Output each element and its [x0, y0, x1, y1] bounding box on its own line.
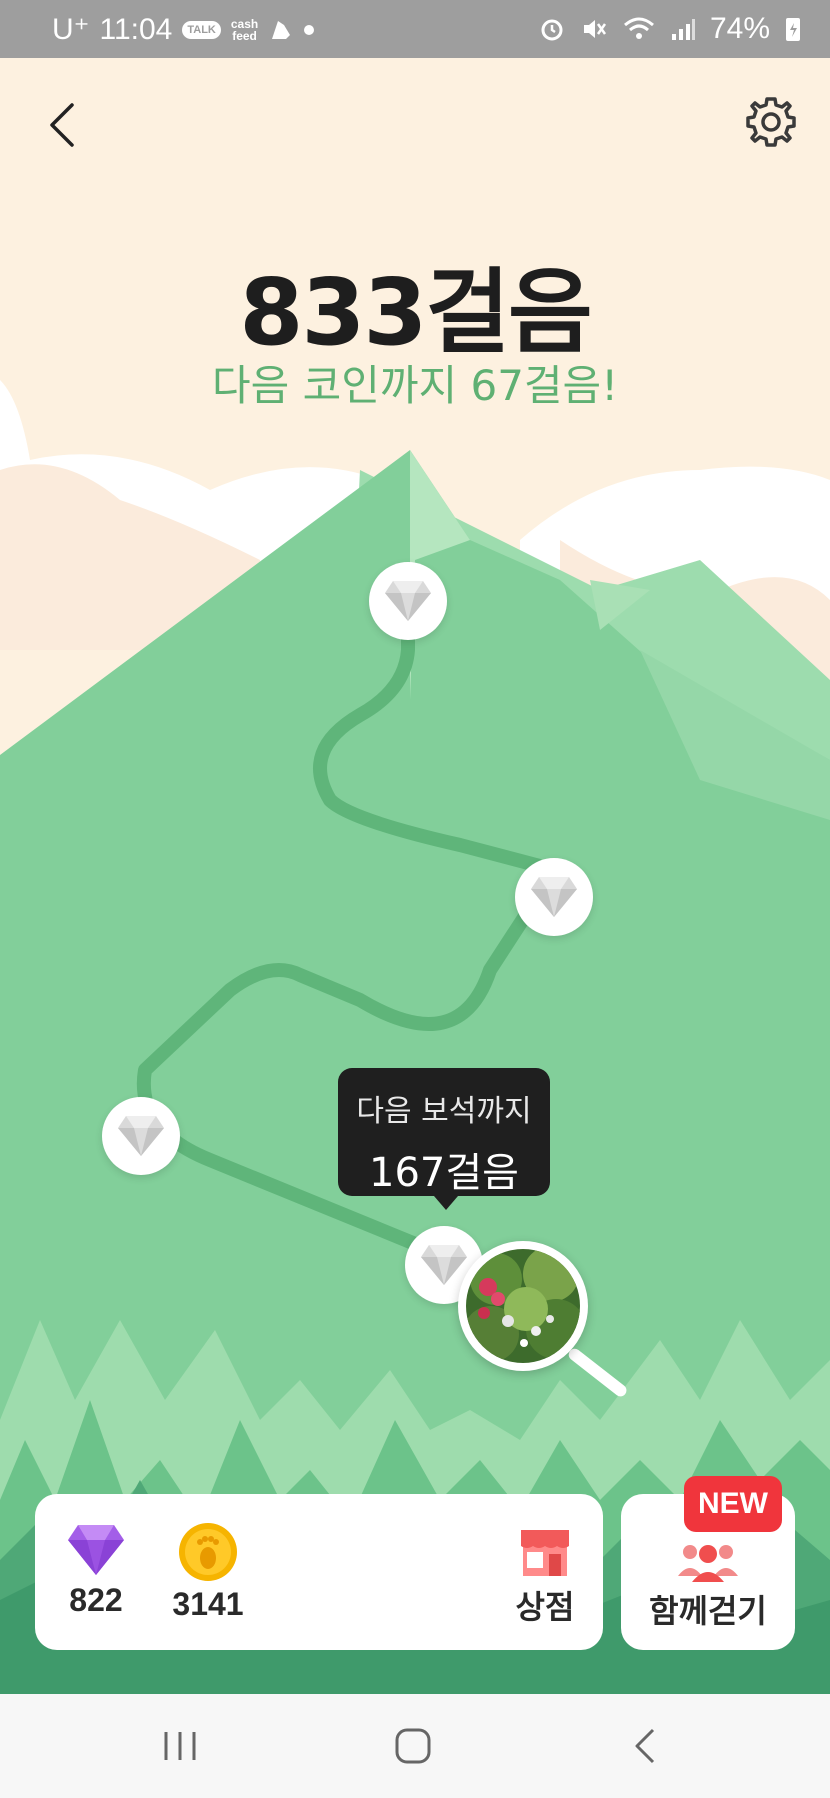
home-button[interactable] [383, 1724, 443, 1768]
recent-apps-button[interactable] [150, 1724, 210, 1768]
battery-icon [786, 18, 800, 41]
coin-balance[interactable]: 3141 [163, 1522, 253, 1623]
current-position-photo-marker[interactable] [458, 1241, 588, 1371]
home-icon [395, 1728, 431, 1764]
signal-icon [671, 19, 695, 40]
diamond-icon [531, 877, 577, 917]
gem-waypoint[interactable] [102, 1097, 180, 1175]
shop-label: 상점 [515, 1589, 575, 1625]
battery-percent: 74% [709, 12, 770, 45]
shoe-icon [272, 20, 291, 39]
system-navigation-bar [0, 1694, 830, 1798]
recent-apps-icon [164, 1732, 196, 1760]
diamond-icon [118, 1116, 164, 1156]
cashfeed-icon: cash feed [231, 18, 258, 42]
gem-waypoint[interactable] [515, 858, 593, 936]
back-button[interactable] [40, 95, 84, 155]
gem-count: 822 [69, 1582, 123, 1618]
back-arrow-icon [635, 1728, 655, 1764]
chevron-left-icon [50, 103, 74, 147]
carrier-label: U⁺ [52, 13, 90, 46]
shop-button[interactable]: 상점 [507, 1522, 583, 1628]
clock: 11:04 [99, 12, 173, 46]
wallet-card: 822 3141 상점 [35, 1494, 603, 1650]
notification-dot-icon [304, 24, 315, 35]
kakaotalk-icon: TALK [182, 20, 221, 39]
next-gem-tooltip: 다음 보석까지 167걸음 [338, 1068, 550, 1210]
diamond-icon [385, 581, 431, 621]
footprint-coin-icon [179, 1523, 237, 1581]
settings-button[interactable] [742, 93, 800, 151]
purple-gem-icon [68, 1525, 124, 1575]
flower-photo [466, 1249, 580, 1363]
gem-waypoint[interactable] [369, 562, 447, 640]
coin-count: 3141 [172, 1586, 244, 1622]
tooltip-steps: 167걸음 [369, 1150, 519, 1196]
tooltip-caption: 다음 보석까지 [356, 1094, 532, 1129]
cashfeed-text-2: feed [232, 28, 257, 43]
status-bar: U⁺ 11:04 TALK cash feed 74% [0, 0, 830, 58]
system-back-button[interactable] [615, 1724, 675, 1768]
diamond-icon [421, 1245, 467, 1285]
gem-balance[interactable]: 822 [61, 1522, 131, 1619]
walk-together-content: 함께걷기 [621, 1538, 795, 1632]
next-coin-subtitle: 다음 코인까지 67걸음! [211, 361, 619, 410]
gear-icon [746, 97, 796, 147]
group-people-icon [678, 1545, 738, 1582]
alarm-icon [541, 19, 563, 41]
wifi-icon [623, 17, 654, 39]
mute-icon [583, 20, 606, 38]
walk-together-label: 함께걷기 [649, 1593, 767, 1629]
shop-icon [521, 1530, 569, 1576]
new-badge: NEW [684, 1476, 782, 1532]
